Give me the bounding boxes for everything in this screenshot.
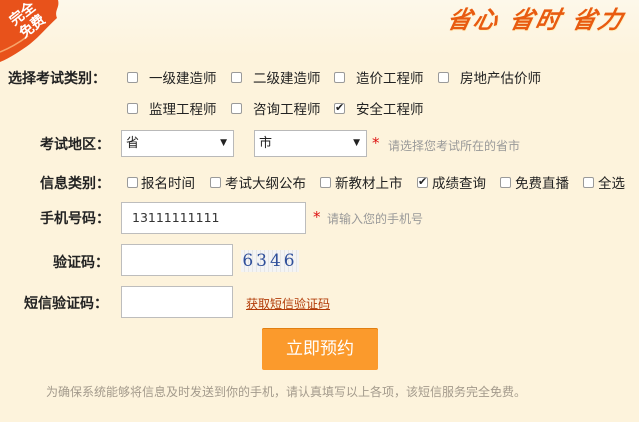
city-select[interactable]: 市 ▼: [254, 130, 367, 157]
exam-type-option-5[interactable]: 监理工程师: [149, 98, 217, 118]
phone-label: 手机号码：: [40, 211, 110, 227]
exam-type-option-2[interactable]: 二级建造师: [253, 67, 321, 87]
info-type-option-3[interactable]: 新教材上市: [335, 172, 403, 192]
exam-type-option-7[interactable]: 安全工程师: [356, 98, 424, 118]
info-type-checkbox-6[interactable]: [583, 177, 594, 188]
sms-code-input[interactable]: [121, 286, 233, 318]
get-sms-code-link[interactable]: 获取短信验证码: [246, 295, 330, 312]
exam-type-checkbox-5[interactable]: [127, 103, 138, 114]
phone-input[interactable]: 13111111111: [121, 202, 306, 234]
exam-type-option-1[interactable]: 一级建造师: [149, 67, 217, 87]
info-type-checkbox-1[interactable]: [127, 177, 138, 188]
info-type-checkbox-4[interactable]: [417, 175, 428, 188]
info-type-checkbox-5[interactable]: [500, 177, 511, 188]
province-select[interactable]: 省 ▼: [121, 130, 234, 157]
captcha-input[interactable]: [121, 244, 233, 276]
info-type-option-1[interactable]: 报名时间: [141, 172, 195, 192]
required-mark: *: [313, 208, 321, 226]
captcha-image[interactable]: 6346: [241, 250, 299, 272]
info-type-option-5[interactable]: 免费直播: [515, 172, 569, 192]
info-type-checkbox-2[interactable]: [210, 177, 221, 188]
sms-code-label: 短信验证码：: [24, 296, 108, 312]
exam-type-option-3[interactable]: 造价工程师: [356, 67, 424, 87]
exam-type-option-6[interactable]: 咨询工程师: [253, 98, 321, 118]
region-label: 考试地区：: [40, 137, 110, 153]
info-type-option-4[interactable]: 成绩查询: [432, 172, 486, 192]
phone-hint: 请输入您的手机号: [327, 212, 424, 226]
submit-button[interactable]: 立即预约: [262, 328, 378, 370]
exam-type-checkbox-1[interactable]: [127, 72, 138, 83]
chevron-down-icon: ▼: [353, 138, 360, 148]
info-type-label: 信息类别：: [40, 176, 110, 192]
chevron-down-icon: ▼: [220, 138, 227, 148]
city-select-value: 市: [259, 136, 273, 151]
exam-type-label: 选择考试类别：: [8, 71, 106, 87]
exam-type-checkbox-7[interactable]: [334, 101, 345, 114]
exam-type-checkbox-4[interactable]: [438, 72, 449, 83]
captcha-label: 验证码：: [53, 255, 109, 271]
required-mark: *: [372, 134, 380, 152]
exam-type-option-4[interactable]: 房地产估价师: [460, 67, 541, 87]
region-hint: 请选择您考试所在的省市: [388, 139, 521, 153]
exam-type-checkbox-2[interactable]: [231, 72, 242, 83]
province-select-value: 省: [126, 136, 140, 151]
exam-type-checkbox-3[interactable]: [334, 72, 345, 83]
info-type-option-6[interactable]: 全选: [598, 172, 625, 192]
exam-type-checkbox-6[interactable]: [231, 103, 242, 114]
free-badge: 完全 免费: [0, 0, 64, 62]
slogan: 省心 省时 省力: [444, 5, 628, 34]
info-type-checkbox-3[interactable]: [320, 177, 331, 188]
info-type-option-2[interactable]: 考试大纲公布: [225, 172, 306, 192]
footer-note: 为确保系统能够将信息及时发送到你的手机，请认真填写以上各项，该短信服务完全免费。: [46, 385, 527, 399]
